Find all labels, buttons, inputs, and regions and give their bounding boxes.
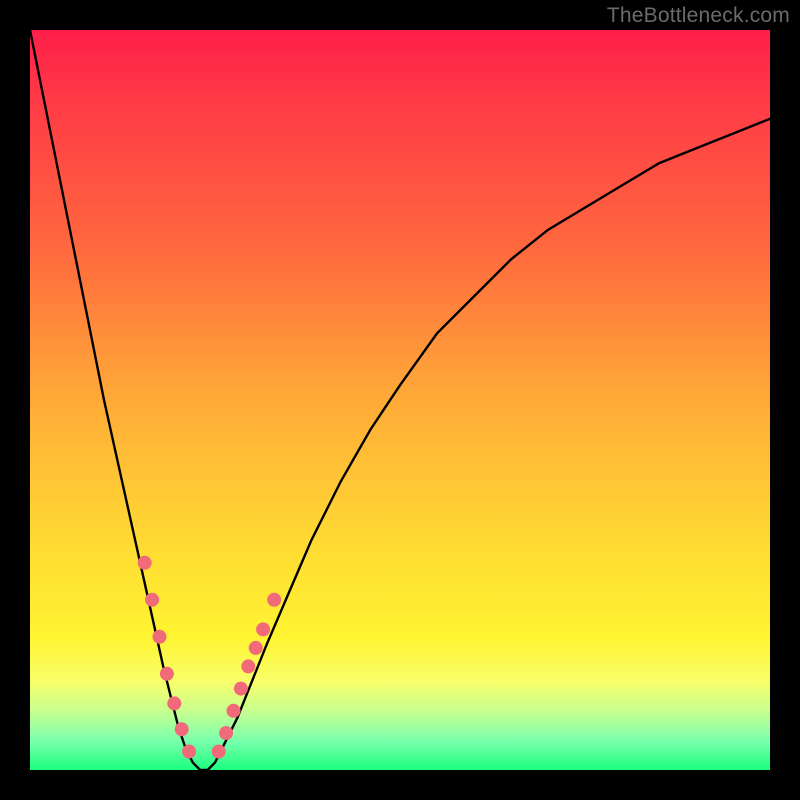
highlight-dot xyxy=(241,659,255,673)
highlight-dot xyxy=(227,704,241,718)
highlight-dot xyxy=(153,630,167,644)
highlight-dot xyxy=(160,667,174,681)
highlight-dot xyxy=(234,682,248,696)
highlight-dot xyxy=(256,622,270,636)
highlight-dot xyxy=(145,593,159,607)
highlight-dot xyxy=(182,745,196,759)
highlight-dot xyxy=(167,696,181,710)
curve-path xyxy=(30,30,770,770)
highlight-dot xyxy=(212,745,226,759)
highlight-dot xyxy=(249,641,263,655)
highlight-dots xyxy=(138,556,282,759)
bottleneck-curve xyxy=(30,30,770,770)
plot-area xyxy=(30,30,770,770)
highlight-dot xyxy=(138,556,152,570)
watermark-text: TheBottleneck.com xyxy=(607,4,790,28)
highlight-dot xyxy=(219,726,233,740)
highlight-dot xyxy=(175,722,189,736)
highlight-dot xyxy=(267,593,281,607)
chart-frame: TheBottleneck.com xyxy=(0,0,800,800)
